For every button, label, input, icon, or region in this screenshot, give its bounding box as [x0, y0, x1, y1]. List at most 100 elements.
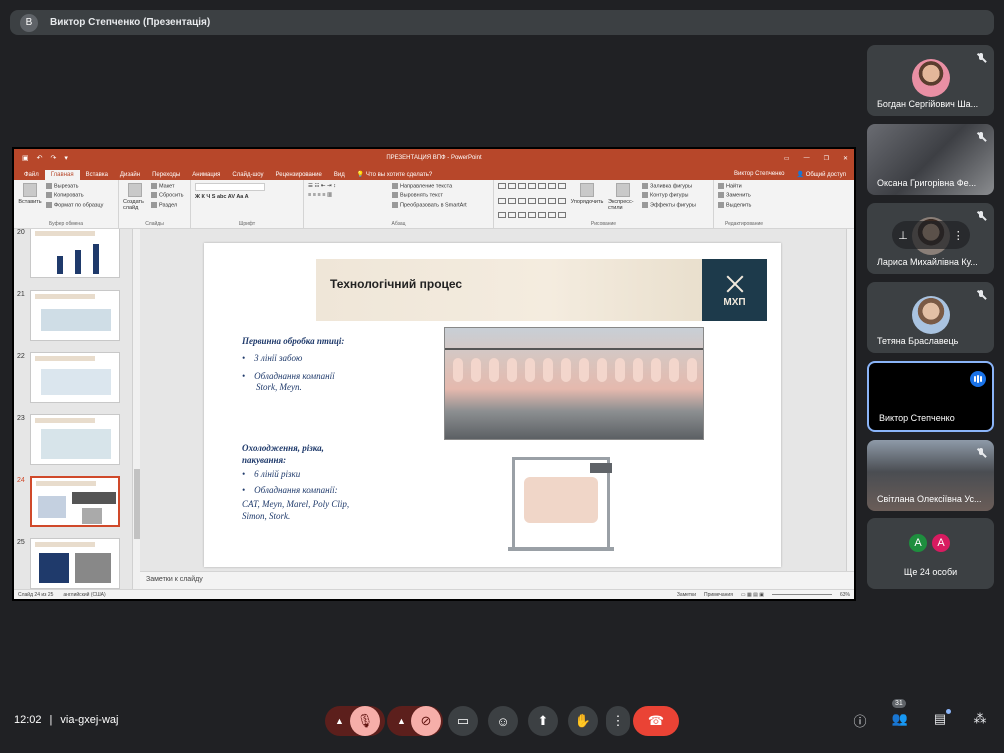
activities-button[interactable]: ⁂ [970, 711, 990, 731]
meeting-code: via-gxej-waj [60, 714, 119, 726]
raise-hand-button[interactable]: ✋ [568, 706, 598, 736]
quick-styles-icon [616, 183, 630, 197]
thumb-number: 25 [17, 539, 25, 546]
people-count-badge: 31 [892, 699, 906, 708]
mhp-logo: МХП [702, 259, 767, 321]
restore-icon: ❐ [823, 155, 829, 162]
notes-pane: Заметки к слайду [140, 571, 854, 589]
cut-item: Вырезать [46, 183, 103, 189]
slide-thumbnail [30, 414, 120, 465]
slides-group-name: Слайды [145, 221, 164, 227]
slide-canvas: Технологічний процес МХП Первинна обробк… [140, 229, 854, 589]
more-options-icon[interactable]: ⋮ [953, 229, 964, 242]
mic-off-icon [976, 448, 986, 458]
slide-heading-1: Первинна обробка птиці: [242, 336, 345, 346]
ppt-statusbar: Слайд 24 из 25 английский (США) Заметки … [14, 589, 854, 599]
thumb-number: 21 [17, 291, 25, 298]
current-slide: Технологічний процес МХП Первинна обробк… [204, 243, 781, 567]
chat-button[interactable]: ▤ [930, 709, 951, 731]
mic-options-chevron-icon[interactable]: ▲ [335, 716, 344, 726]
zoom-level: 63% [839, 591, 850, 598]
participant-tile[interactable]: Богдан Сергійович Ша... [867, 45, 994, 116]
meeting-details-button[interactable]: ⓘ [850, 711, 870, 731]
arrange-icon [580, 183, 594, 197]
customize-icon: ▾ [64, 155, 68, 162]
slide-thumbnail-selected [30, 476, 120, 527]
slide-bullet-3: • 6 ліній різки [242, 469, 301, 479]
presenter-bar: В Виктор Степченко (Презентація) [10, 10, 994, 35]
slide-bullet-4: • Обладнання компанії: [242, 485, 338, 495]
more-participants-label: Ще 24 особи [903, 567, 958, 577]
reactions-button[interactable]: ☺ [488, 706, 518, 736]
participant-avatar: A [930, 532, 952, 554]
slide-text-5a: CAT, Meyn, Marel, Poly Clip, [242, 499, 350, 509]
participant-tile[interactable]: Оксана Григорівна Фе... [867, 124, 994, 195]
language: английский (США) [63, 591, 106, 598]
more-participants-tile[interactable]: A A Ще 24 особи [867, 518, 994, 589]
captions-button[interactable]: ▭ [448, 706, 478, 736]
slide-thumbnail [30, 229, 120, 278]
camera-options-chevron-icon[interactable]: ▲ [397, 716, 406, 726]
participant-tile-speaking[interactable]: Виктор Степченко [867, 361, 994, 432]
clipboard-group-name: Буфер обмена [49, 221, 83, 227]
align-row: ≡ ≡ ≡ ≡ ▥ [308, 192, 333, 198]
shape-fill-item: Заливка фигуры [642, 183, 696, 189]
thumb-number-selected: 24 [17, 477, 25, 484]
slide-thumbnails: 20 21 22 23 24 25 [14, 229, 140, 589]
lightbulb-icon: 💡 [356, 172, 365, 178]
font-box [195, 183, 265, 191]
pin-icon[interactable]: ⊥ [898, 229, 908, 242]
participant-name: Виктор Степченко [879, 413, 955, 423]
canvas-scrollbar [846, 229, 854, 571]
slide-bullet-1: • 3 лінії забою [242, 353, 303, 363]
present-screen-icon: ⬆ [537, 713, 549, 728]
thumb-number: 23 [17, 415, 25, 422]
present-button[interactable]: ⬆ [528, 706, 558, 736]
section-item: Раздел [151, 201, 183, 208]
captions-icon: ▭ [456, 713, 470, 728]
people-button[interactable]: 31 👥 [890, 699, 910, 731]
mic-off-icon [976, 211, 986, 221]
tile-actions: ⊥ ⋮ [892, 221, 970, 249]
tab-home: Главная [44, 170, 80, 180]
slides-group: Создать слайд Макет Сбросить Раздел Слай… [119, 180, 191, 228]
hand-icon: ✋ [574, 713, 592, 728]
editing-group-name: Редактирование [724, 221, 764, 227]
camera-button[interactable]: ⊘ [411, 706, 441, 736]
mic-button[interactable]: 🎙 [350, 706, 380, 736]
participant-name: Лариса Михайлівна Ку... [877, 257, 978, 267]
new-slide-icon [128, 183, 142, 197]
participant-tile[interactable]: Тетяна Браславець [867, 282, 994, 353]
slide-thumbnail [30, 290, 120, 341]
ppt-user: Виктор Степченко [734, 171, 785, 177]
layout-item: Макет [151, 183, 183, 189]
leave-call-button[interactable]: ☎ [633, 706, 679, 736]
undo-icon: ↶ [36, 155, 43, 162]
drawing-group-name: Рисование [590, 221, 617, 227]
quick-styles-label: Экспресс-стили [608, 199, 634, 211]
shared-screen: ▣ ↶ ↷ ▾ ПРЕЗЕНТАЦИЯ ВПФ - PowerPoint ▭ —… [12, 147, 856, 601]
shape-outline-item: Контур фигуры [642, 192, 696, 199]
share-button: 👤 Общий доступ [797, 171, 846, 178]
save-icon: ▣ [22, 155, 29, 162]
tab-review: Рецензирование [275, 172, 322, 178]
tab-insert: Вставка [85, 172, 108, 178]
participant-tile-hovered[interactable]: ⊥ ⋮ Лариса Михайлівна Ку... [867, 203, 994, 274]
emoji-icon: ☺ [496, 713, 510, 729]
unread-dot [946, 709, 951, 714]
more-options-button[interactable]: ⋮ [606, 706, 630, 736]
ppt-tabs: Файл Главная Вставка Дизайн Переходы Ани… [14, 167, 854, 180]
font-group: Ж К Ч S abc AV Aa A Шрифт [191, 180, 304, 228]
replace-item: Заменить [718, 192, 751, 199]
separator: | [49, 714, 53, 726]
end-call-icon: ☎ [647, 713, 665, 728]
slide-bullet-2-cont: Stork, Meyn. [256, 382, 302, 392]
tab-design: Дизайн [119, 172, 141, 178]
chat-icon: ▤ [933, 711, 947, 726]
thumb-number: 22 [17, 353, 25, 360]
slide-title-banner: Технологічний процес [316, 259, 704, 321]
shapes-gallery [498, 183, 566, 225]
participant-tile[interactable]: Світлана Олексіївна Ус... [867, 440, 994, 511]
paste-label: Вставить [18, 199, 42, 205]
notes-toggle: Заметки [676, 591, 697, 598]
